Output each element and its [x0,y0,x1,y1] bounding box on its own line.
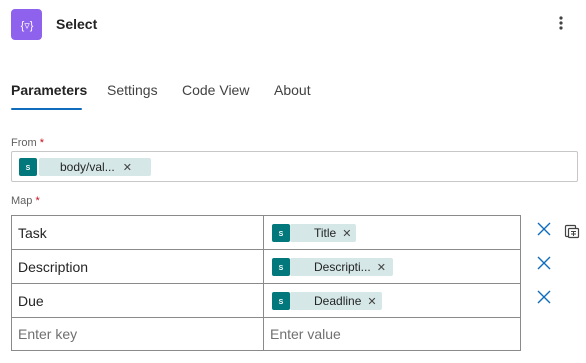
sharepoint-icon: S [272,292,290,310]
remove-token-icon[interactable]: ✕ [367,295,376,308]
remove-token-icon[interactable]: ✕ [123,161,132,174]
from-label: From * [11,137,45,149]
active-tab-indicator [11,108,82,110]
tab-code-view[interactable]: Code View [182,82,249,98]
remove-token-icon[interactable]: ✕ [377,261,386,274]
curly-brace-filter-icon: {▿} [20,20,33,32]
value-token[interactable]: Title ✕ [290,224,356,242]
svg-text:{▿}: {▿} [20,20,33,32]
tab-about[interactable]: About [274,82,311,98]
map-key-field[interactable]: Description [11,249,264,284]
token-text: Title [314,226,337,240]
svg-text:S: S [279,299,284,306]
map-table: Task S Title ✕ Description S Descripti..… [11,215,580,351]
action-title: Select [56,16,98,32]
more-options-icon[interactable] [554,12,568,34]
switch-to-text-mode-icon[interactable] [564,223,580,239]
map-value-field[interactable]: S Deadline ✕ [263,283,521,318]
token-text: body/val... [60,160,115,174]
map-key-field[interactable]: Task [11,215,264,250]
new-value-input[interactable]: Enter value [263,317,521,351]
sharepoint-icon: S [19,158,37,176]
sharepoint-icon: S [272,224,290,242]
svg-text:S: S [26,165,31,172]
remove-token-icon[interactable]: ✕ [342,227,351,240]
new-key-input[interactable]: Enter key [11,317,264,351]
value-token[interactable]: Descripti... ✕ [290,258,393,276]
tab-settings[interactable]: Settings [107,82,158,98]
delete-row-icon[interactable] [536,221,552,237]
delete-row-icon[interactable] [536,289,552,305]
svg-text:S: S [279,265,284,272]
value-token[interactable]: Deadline ✕ [290,292,382,310]
map-label: Map * [11,195,40,207]
svg-text:S: S [279,231,284,238]
tab-parameters[interactable]: Parameters [11,82,87,98]
token-text: Deadline [314,294,362,308]
from-field[interactable]: S body/val... ✕ [11,151,578,182]
delete-row-icon[interactable] [536,255,552,271]
select-action-icon: {▿} [11,9,42,40]
map-value-field[interactable]: S Title ✕ [263,215,521,250]
map-value-field[interactable]: S Descripti... ✕ [263,249,521,284]
map-key-field[interactable]: Due [11,283,264,318]
token-text: Descripti... [314,260,371,274]
from-token[interactable]: body/val... ✕ [39,158,151,176]
sharepoint-icon: S [272,258,290,276]
